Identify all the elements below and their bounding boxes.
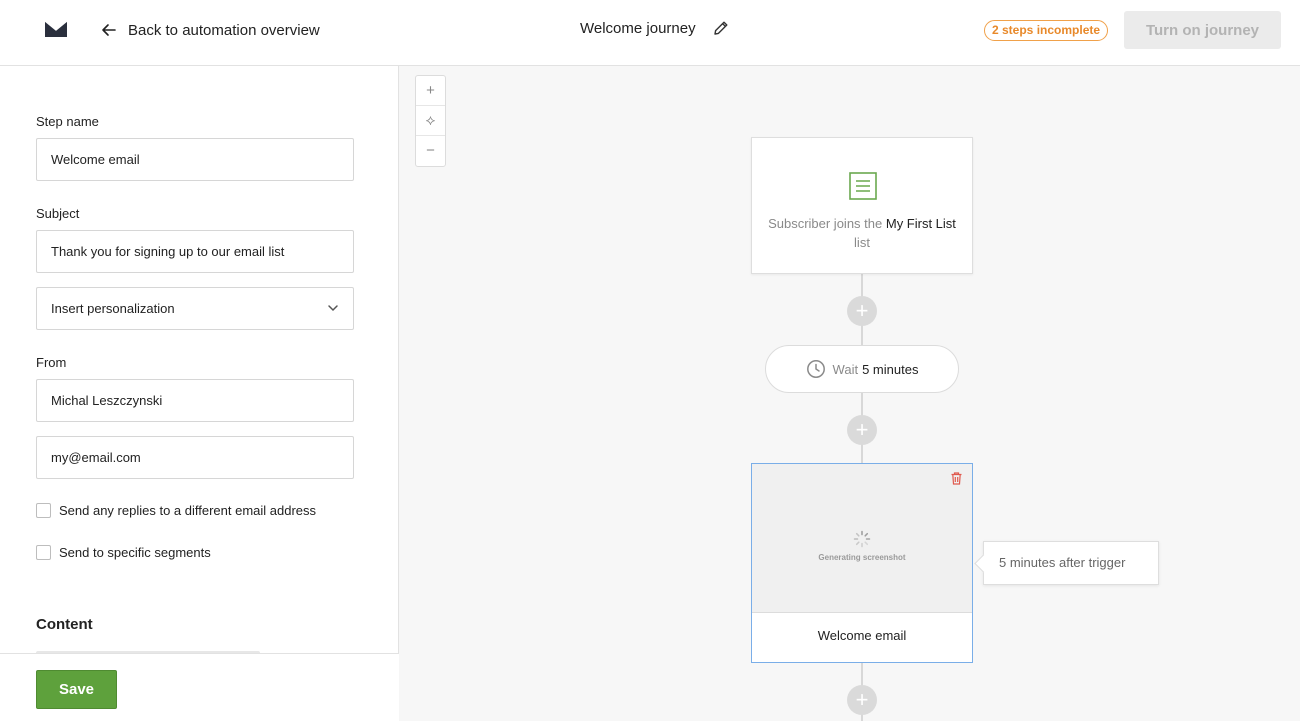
wait-prefix: Wait bbox=[832, 361, 859, 377]
list-icon bbox=[849, 172, 877, 200]
step-settings-panel: Step name Welcome email Subject Thank yo… bbox=[0, 66, 399, 721]
insert-personalization-select[interactable]: Insert personalization bbox=[36, 287, 354, 330]
top-bar: Back to automation overview Welcome jour… bbox=[0, 0, 1300, 66]
step-name-label: Step name bbox=[36, 114, 99, 129]
zoom-controls: + ⟡ − bbox=[415, 75, 446, 167]
pencil-icon[interactable] bbox=[712, 19, 730, 37]
specific-segments-label: Send to specific segments bbox=[59, 545, 211, 560]
specific-segments-checkbox[interactable] bbox=[36, 545, 51, 560]
from-label: From bbox=[36, 355, 67, 370]
subject-label: Subject bbox=[36, 206, 80, 221]
trigger-description: Subscriber joins the My First List list bbox=[762, 214, 962, 252]
trigger-prefix: Subscriber joins the bbox=[768, 216, 883, 231]
add-step-button[interactable]: + bbox=[847, 415, 877, 445]
email-preview: Generating screenshot bbox=[752, 464, 972, 613]
chevron-down-icon bbox=[328, 305, 338, 312]
center-view-button[interactable]: ⟡ bbox=[416, 106, 445, 136]
personalization-select-value: Insert personalization bbox=[51, 301, 175, 316]
incomplete-steps-badge[interactable]: 2 steps incomplete bbox=[984, 20, 1109, 41]
journey-title-group: Welcome journey bbox=[580, 19, 730, 37]
journey-canvas[interactable]: + ⟡ − Subscriber joins the My First List… bbox=[400, 66, 1300, 721]
loading-spinner-icon bbox=[853, 530, 871, 548]
different-reply-address-label: Send any replies to a different email ad… bbox=[59, 503, 317, 518]
email-step-card[interactable]: Generating screenshot Welcome email bbox=[751, 463, 973, 663]
wait-step[interactable]: Wait 5 minutes bbox=[765, 345, 959, 393]
different-reply-address-option[interactable]: Send any replies to a different email ad… bbox=[36, 503, 316, 518]
clock-icon bbox=[806, 360, 825, 378]
zoom-in-button[interactable]: + bbox=[416, 76, 445, 106]
panel-footer: Save bbox=[0, 653, 399, 721]
wait-duration: 5 minutes bbox=[862, 361, 919, 377]
generating-screenshot-text: Generating screenshot bbox=[818, 553, 906, 562]
trash-icon[interactable] bbox=[949, 471, 964, 486]
add-step-button[interactable]: + bbox=[847, 685, 877, 715]
timing-tooltip: 5 minutes after trigger bbox=[983, 541, 1159, 585]
zoom-out-button[interactable]: − bbox=[416, 136, 445, 166]
trigger-list-name: My First List bbox=[885, 216, 956, 231]
mail-logo-icon[interactable] bbox=[44, 20, 68, 38]
arrow-left-icon bbox=[102, 24, 116, 36]
back-link-label: Back to automation overview bbox=[128, 21, 320, 39]
back-to-overview-link[interactable]: Back to automation overview bbox=[100, 19, 320, 41]
from-email-input[interactable]: my@email.com bbox=[36, 436, 354, 479]
specific-segments-option[interactable]: Send to specific segments bbox=[36, 545, 211, 560]
trigger-step-card[interactable]: Subscriber joins the My First List list bbox=[751, 137, 973, 274]
content-heading: Content bbox=[36, 616, 93, 633]
different-reply-address-checkbox[interactable] bbox=[36, 503, 51, 518]
save-button[interactable]: Save bbox=[36, 670, 117, 709]
email-step-title: Welcome email bbox=[817, 628, 907, 643]
turn-on-journey-button[interactable]: Turn on journey bbox=[1124, 11, 1281, 49]
add-step-button[interactable]: + bbox=[847, 296, 877, 326]
from-name-input[interactable]: Michal Leszczynski bbox=[36, 379, 354, 422]
journey-title: Welcome journey bbox=[580, 19, 696, 37]
trigger-suffix: list bbox=[854, 235, 870, 250]
step-name-input[interactable]: Welcome email bbox=[36, 138, 354, 181]
subject-input[interactable]: Thank you for signing up to our email li… bbox=[36, 230, 354, 273]
